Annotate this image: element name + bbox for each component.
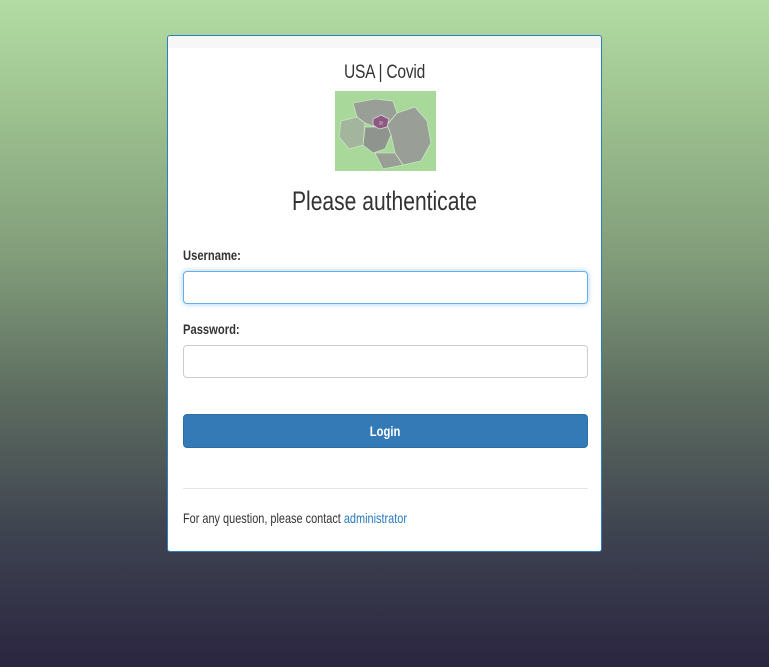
password-label: Password: — [183, 321, 240, 337]
login-button[interactable]: Login — [183, 414, 588, 448]
footer-contact: For any question, please contact adminis… — [183, 510, 407, 526]
app-title: USA | Covid — [343, 62, 426, 83]
password-input[interactable] — [183, 345, 588, 378]
card-header-strip — [168, 36, 601, 48]
administrator-link[interactable]: administrator — [344, 510, 407, 526]
username-label: Username: — [183, 247, 241, 263]
login-button-label: Login — [370, 423, 401, 439]
footer-divider — [183, 488, 588, 489]
login-card: USA | Covid Please authenticate Username… — [167, 35, 602, 552]
footer-text: For any question, please contact — [183, 510, 341, 526]
covid-map-logo-icon — [335, 91, 436, 171]
page-heading: Please authenticate — [291, 186, 478, 216]
username-input[interactable] — [183, 271, 588, 304]
